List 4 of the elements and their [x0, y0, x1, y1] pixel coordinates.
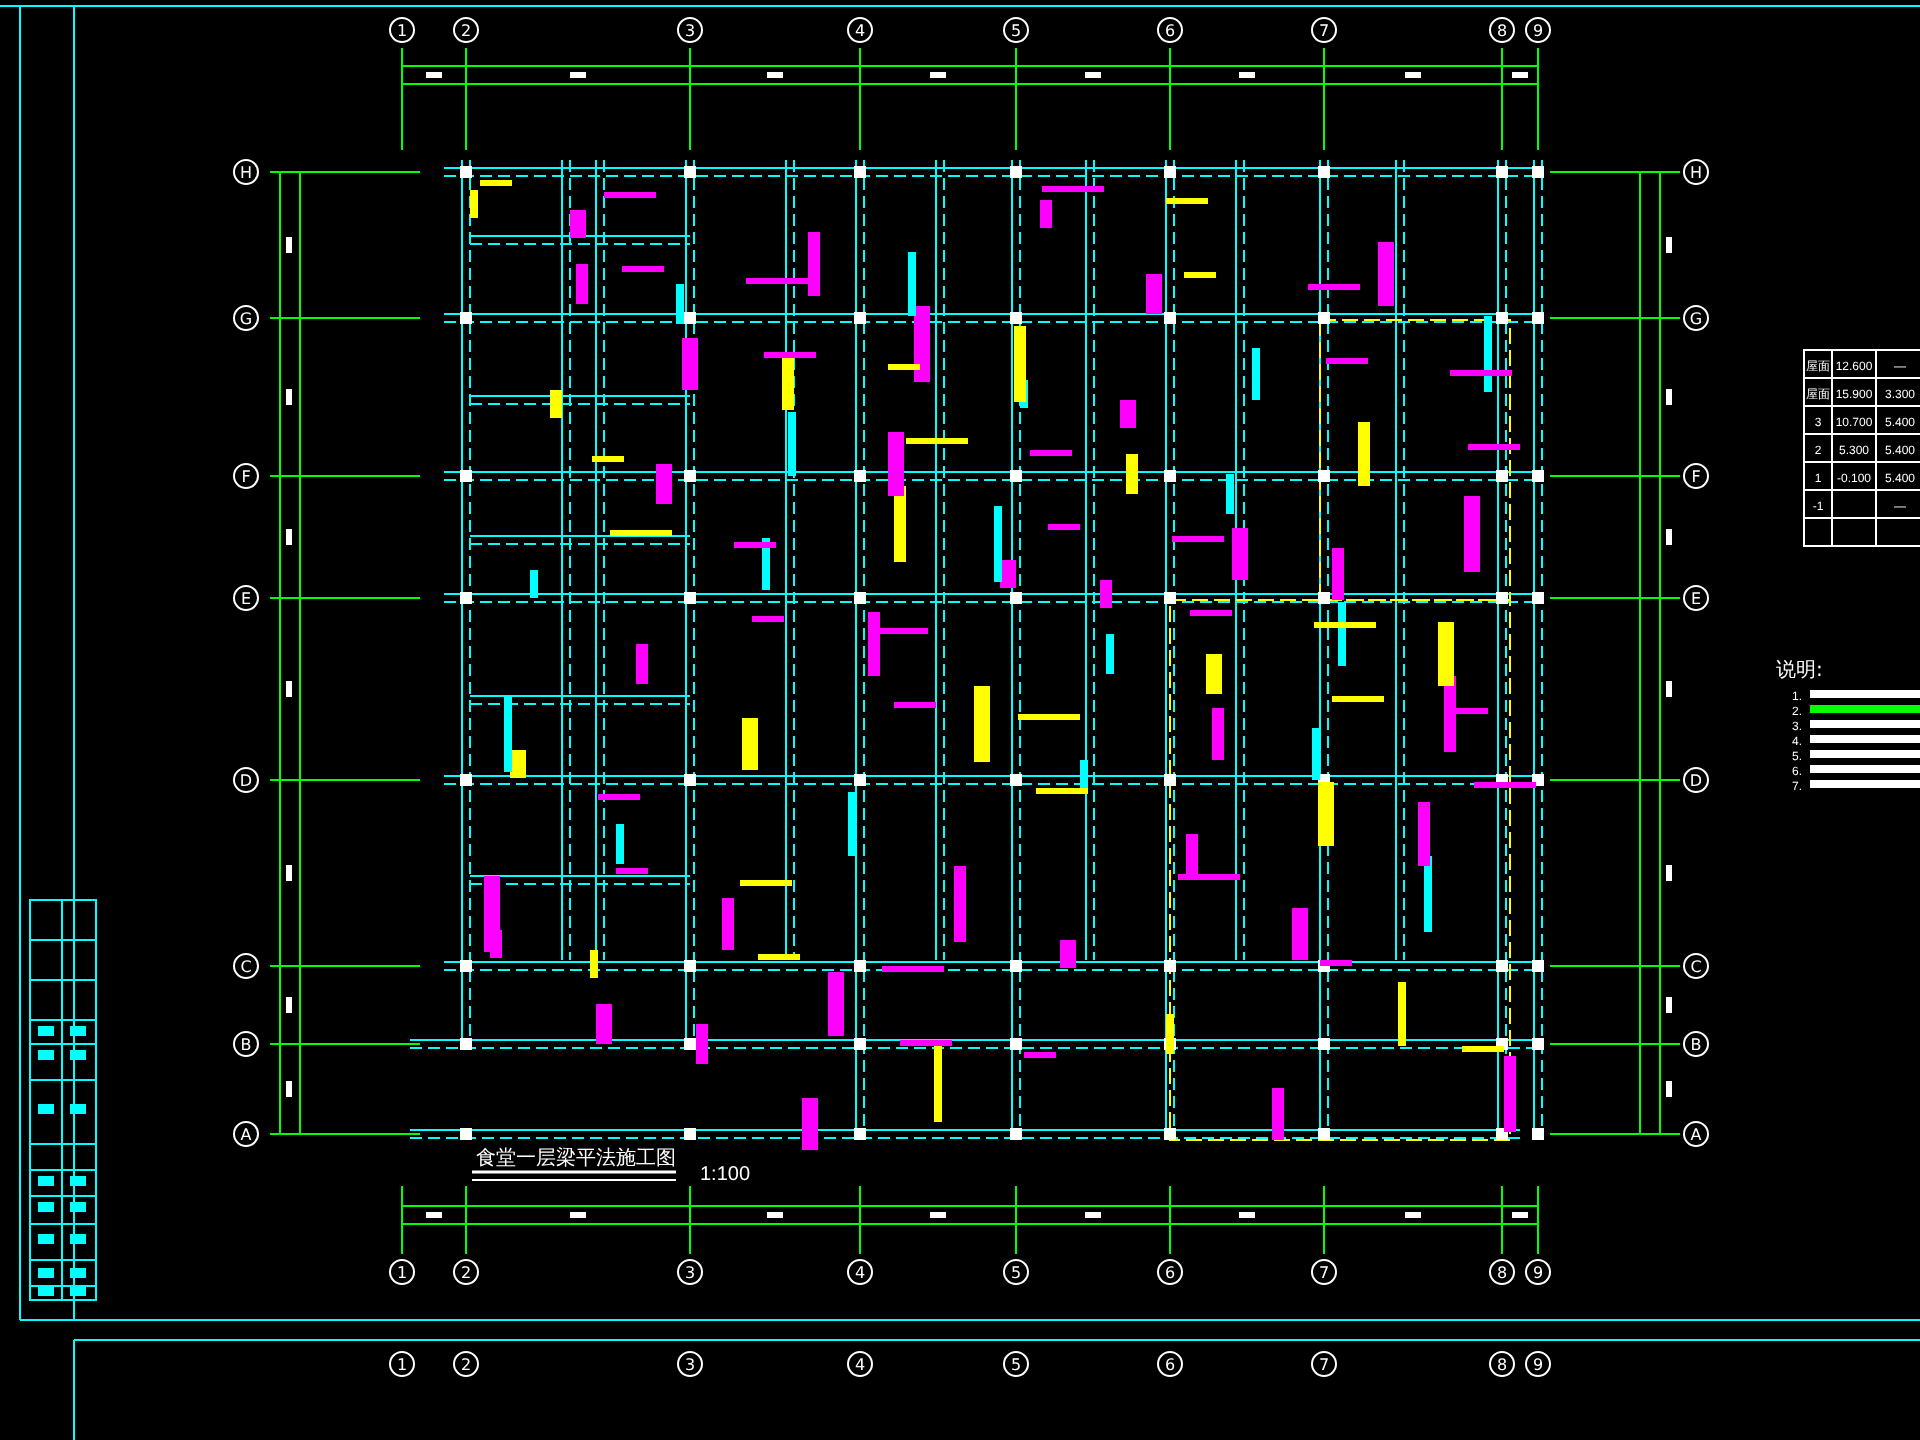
notes-heading: 说明: [1776, 660, 1823, 682]
drawing-scale: 1:100 [700, 1164, 751, 1186]
drawing-title: 食堂一层梁平法施工图 [476, 1148, 676, 1170]
illegible-notes-drawing [1810, 690, 1920, 788]
